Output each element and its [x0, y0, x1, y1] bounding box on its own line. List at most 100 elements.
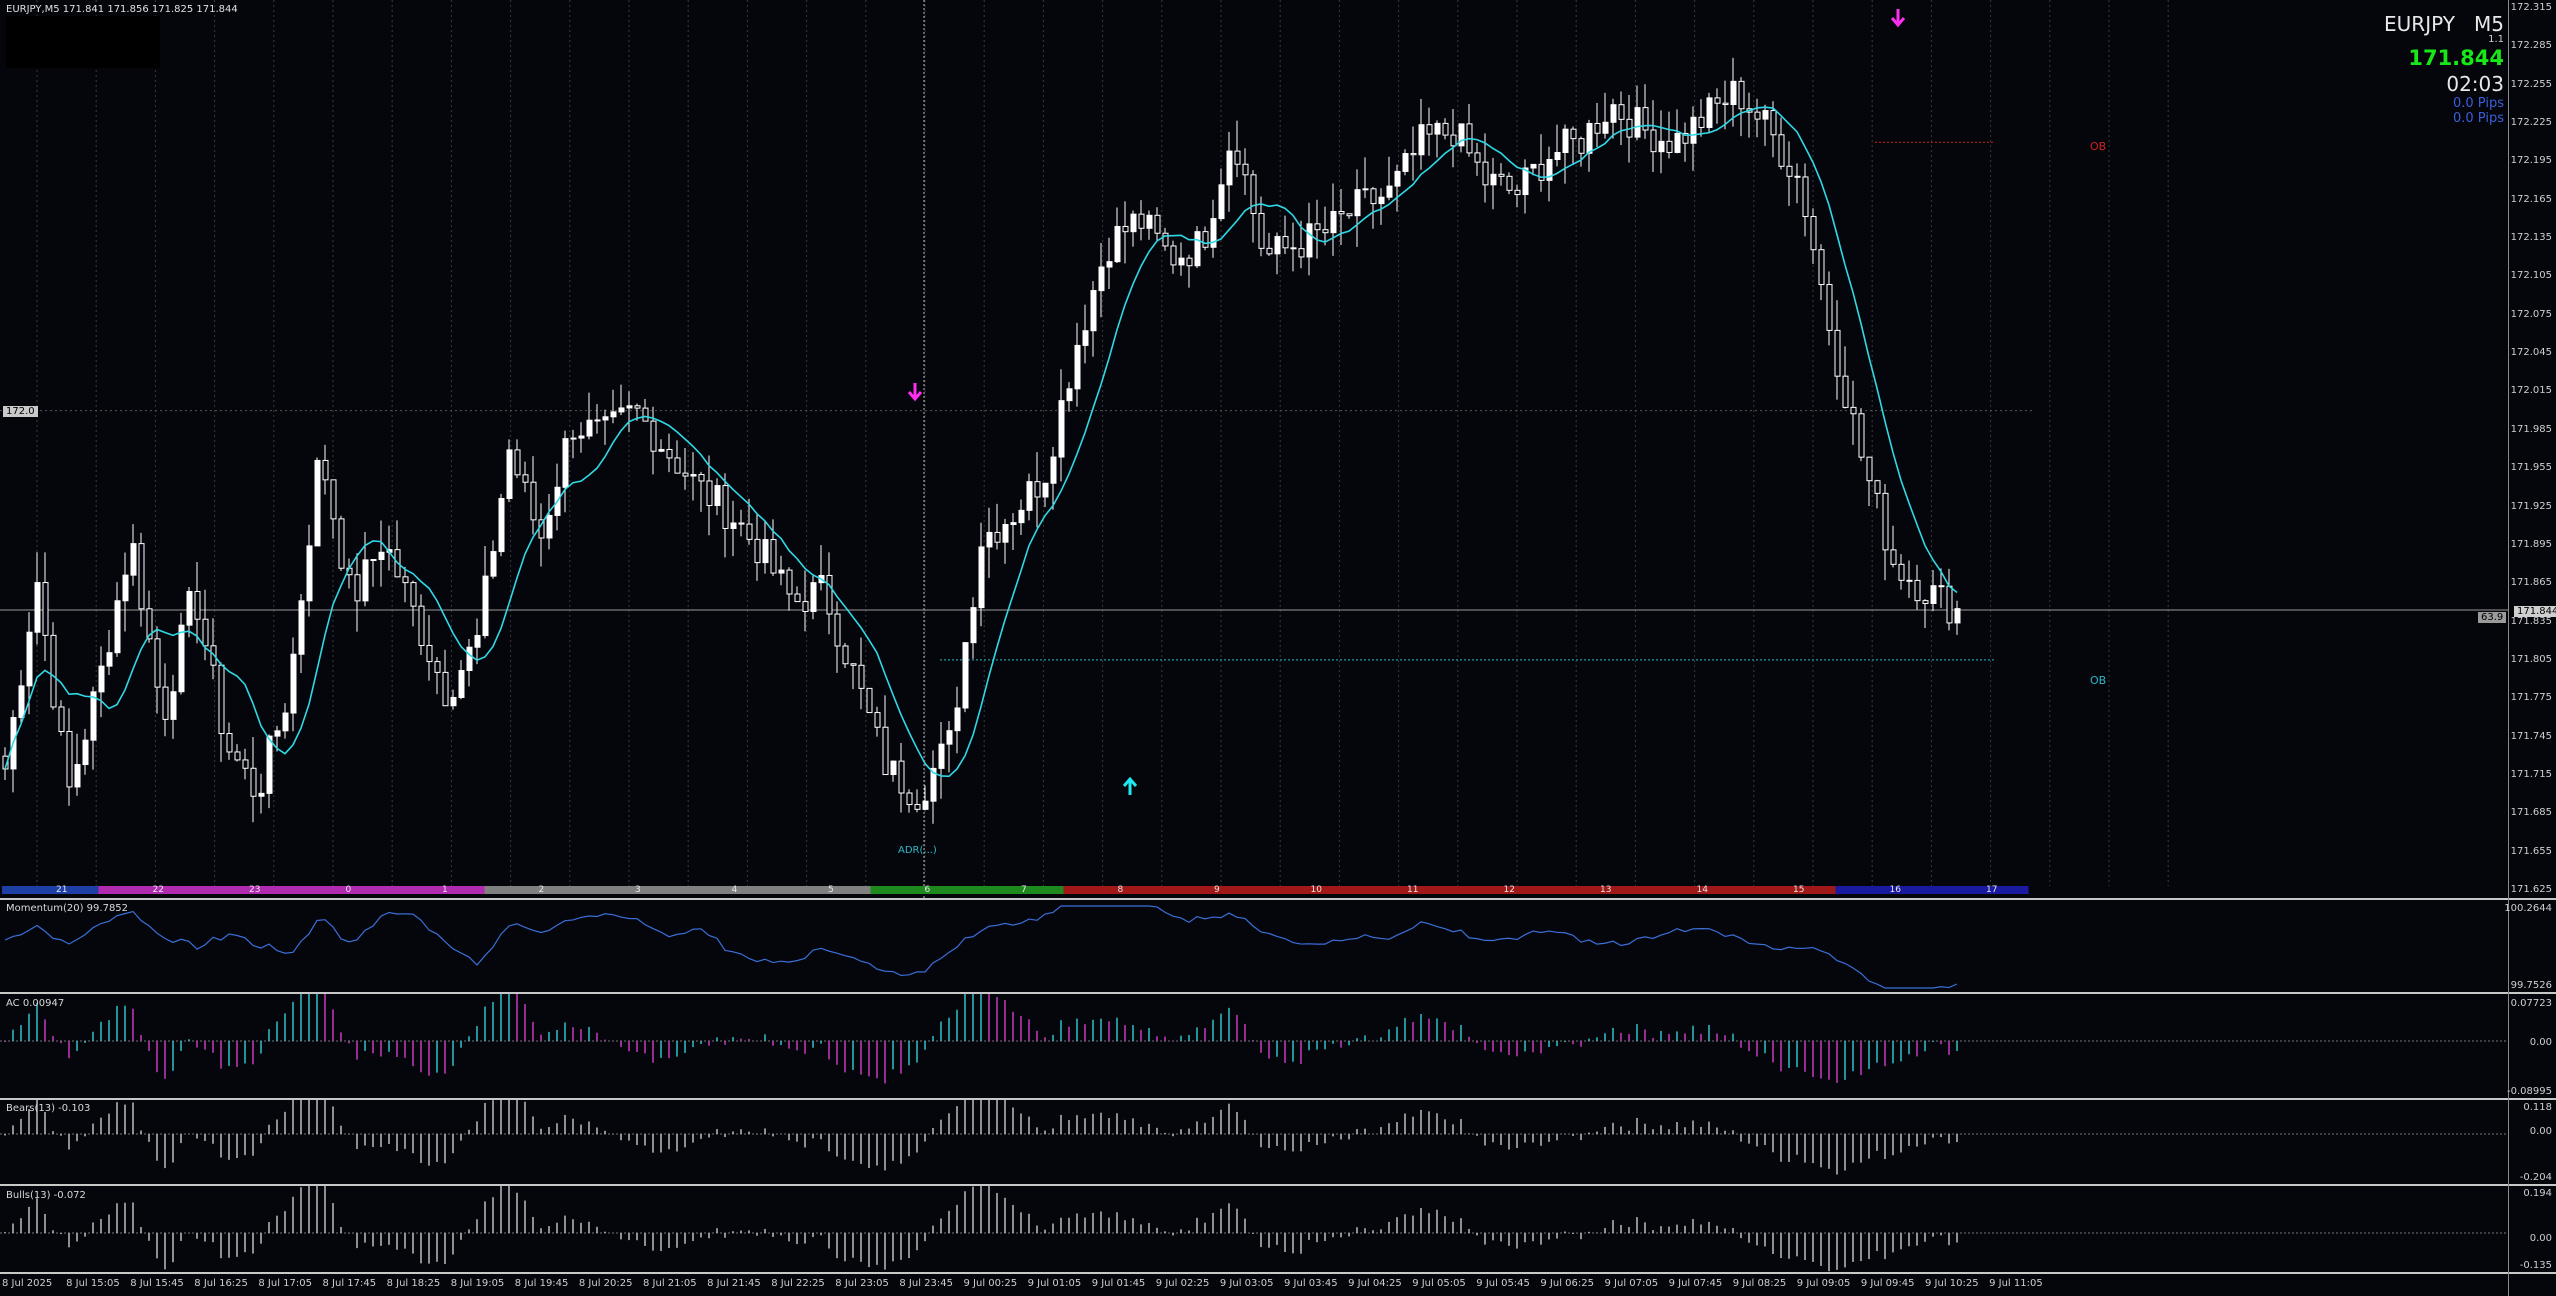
- ac-top: 0.07723: [2510, 998, 2552, 1009]
- ac-pane[interactable]: [0, 994, 2508, 1098]
- candle-body: [226, 733, 233, 753]
- candle-body: [234, 751, 241, 761]
- candle-body: [378, 551, 385, 561]
- momentum-pane[interactable]: [0, 900, 2508, 992]
- candle-body: [1762, 110, 1769, 120]
- candle-body: [434, 661, 441, 673]
- bulls-histogram: [0, 1186, 2508, 1272]
- session-bar-segment: [1256, 886, 1353, 894]
- hour-label: 3: [635, 885, 641, 895]
- candle-body: [778, 569, 785, 574]
- session-bar-segment: [291, 886, 388, 894]
- candle-body: [1058, 400, 1065, 458]
- candle-body: [1330, 211, 1337, 234]
- candle-body: [1946, 585, 1953, 624]
- candlestick-chart[interactable]: [0, 0, 2508, 898]
- candle-body: [466, 646, 473, 672]
- candle-body: [946, 730, 953, 745]
- candle-body: [290, 653, 297, 714]
- candle-body: [866, 687, 873, 714]
- candle-body: [578, 435, 585, 439]
- candle-body: [1850, 406, 1857, 415]
- hour-label: 5: [828, 885, 834, 895]
- candle-body: [738, 522, 745, 525]
- candle-body: [634, 405, 641, 409]
- bears-pane[interactable]: [0, 1100, 2508, 1184]
- candle-body: [1074, 344, 1081, 390]
- bulls-top: 0.194: [2523, 1188, 2552, 1199]
- candle-body: [1954, 608, 1961, 624]
- candle-body: [66, 731, 73, 788]
- candle-body: [1578, 138, 1585, 154]
- price-axis-label: 171.835: [2510, 615, 2552, 627]
- candle-body: [938, 743, 945, 769]
- candle-body: [898, 760, 905, 794]
- pips-line-2: 0.0 Pips: [2453, 111, 2504, 126]
- price-axis-label: 171.655: [2510, 845, 2552, 857]
- candle-body: [1514, 189, 1521, 196]
- price-axis-label: 172.255: [2510, 78, 2552, 90]
- symbol-name: EURJPY: [2384, 12, 2455, 36]
- candle-body: [914, 804, 921, 810]
- candle-body: [170, 691, 177, 720]
- candle-body: [1490, 173, 1497, 186]
- time-label: 8 Jul 15:05: [66, 1278, 120, 1289]
- candle-body: [1610, 104, 1617, 123]
- candle-body: [306, 545, 313, 602]
- hour-label: 13: [1600, 885, 1612, 895]
- candle-body: [1218, 184, 1225, 220]
- candle-body: [426, 644, 433, 663]
- momentum-line: [4, 905, 1958, 989]
- candle-body: [1322, 229, 1329, 234]
- bulls-pane[interactable]: [0, 1186, 2508, 1272]
- trading-terminal-chart[interactable]: EURJPY,M5 171.841 171.856 171.825 171.84…: [0, 0, 2556, 1296]
- candle-body: [570, 437, 577, 440]
- candle-body: [114, 600, 121, 654]
- candle-body: [1290, 247, 1297, 250]
- candle-body: [1562, 128, 1569, 153]
- candle-body: [1170, 245, 1177, 266]
- pane-separator[interactable]: [0, 1272, 2556, 1274]
- candle-body: [1842, 375, 1849, 408]
- time-label: 9 Jul 09:05: [1796, 1278, 1851, 1289]
- ac-mid: 0.00: [2529, 1037, 2552, 1048]
- candle-body: [1138, 213, 1145, 229]
- candle-body: [1602, 121, 1609, 134]
- up-arrow-icon: [1122, 776, 1138, 795]
- candle-body: [522, 474, 529, 483]
- candle-body: [1434, 122, 1441, 135]
- session-bar-segment: [1835, 886, 1932, 894]
- candle-body: [1754, 111, 1761, 120]
- hour-label: 0: [345, 885, 352, 895]
- candle-body: [1274, 236, 1281, 255]
- price-axis-label: 172.015: [2510, 385, 2552, 397]
- hour-label: 4: [731, 885, 738, 895]
- candle-body: [154, 638, 161, 688]
- candle-body: [418, 605, 425, 646]
- session-bar-segment: [388, 886, 485, 894]
- time-label: 8 Jul 18:25: [386, 1278, 441, 1289]
- candle-body: [1442, 122, 1449, 136]
- candle-body: [1146, 214, 1153, 229]
- current-price-big: 171.844: [2408, 46, 2504, 70]
- candle-body: [786, 569, 793, 595]
- candle-body: [1634, 107, 1641, 138]
- session-bar-segment: [1932, 886, 2029, 894]
- price-axis-label: 171.865: [2510, 577, 2552, 589]
- time-label: 9 Jul 01:05: [1027, 1278, 1082, 1289]
- bears-label: Bears(13) -0.103: [6, 1103, 91, 1114]
- candle-body: [1314, 223, 1321, 231]
- candle-body: [1930, 585, 1937, 604]
- main-price-pane[interactable]: [0, 0, 2508, 898]
- candle-body: [610, 411, 617, 418]
- candle-body: [730, 522, 737, 529]
- candle-body: [498, 498, 505, 553]
- candle-body: [250, 767, 257, 797]
- candle-body: [314, 459, 321, 547]
- session-bar-segment: [1642, 886, 1739, 894]
- time-label: 9 Jul 06:25: [1540, 1278, 1594, 1289]
- time-label: 9 Jul 05:05: [1412, 1278, 1466, 1289]
- candle-body: [1010, 522, 1017, 526]
- candle-body: [586, 419, 593, 437]
- candle-body: [762, 539, 769, 564]
